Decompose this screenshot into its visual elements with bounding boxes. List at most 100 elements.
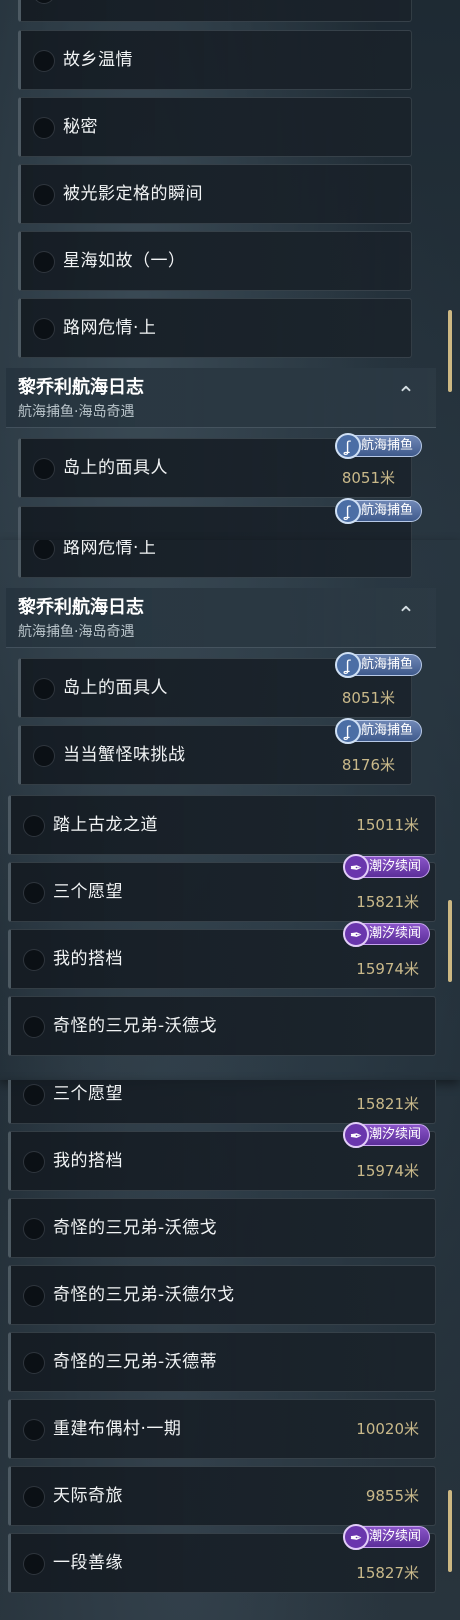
quest-distance: 10020米: [356, 1420, 419, 1438]
quest-title: 秘密: [63, 117, 98, 137]
fishing-badge: ʆ 航海捕鱼: [335, 498, 423, 524]
feather-icon: ✒: [343, 1524, 369, 1550]
quest-title: 奇怪的三兄弟-沃德戈: [53, 1218, 218, 1238]
quest-row[interactable]: 秘密: [18, 97, 412, 157]
quest-status-circle: [33, 745, 55, 767]
quest-row[interactable]: 路网危情·上: [18, 540, 412, 578]
feather-icon: ✒: [343, 1122, 369, 1148]
quest-status-circle: [33, 318, 55, 340]
quest-row[interactable]: 被光影定格的瞬间: [18, 164, 412, 224]
tide-badge: ✒ 潮汐续闻: [343, 1122, 431, 1148]
quest-list-panel-3: 三个愿望 15821米 我的搭档 15974米 ✒ 潮汐续闻 奇怪的三兄弟-沃德…: [0, 1080, 460, 1620]
quest-title: 路网危情·上: [63, 540, 157, 558]
badge-label: 航海捕鱼: [361, 438, 414, 453]
badge-label: 航海捕鱼: [361, 657, 414, 672]
quest-status-circle: [33, 458, 55, 480]
quest-row[interactable]: 奇怪的三兄弟-沃德戈: [8, 996, 436, 1056]
section-title: 黎乔利航海日志: [18, 377, 144, 398]
quest-status-circle: [23, 949, 45, 971]
section-subtitle: 航海捕鱼·海岛奇遇: [18, 404, 135, 420]
fishing-badge: ʆ 航海捕鱼: [335, 718, 423, 744]
tide-badge: ✒ 潮汐续闻: [343, 1524, 431, 1550]
scrollbar-thumb[interactable]: [448, 900, 452, 982]
fishing-badge: ʆ 航海捕鱼: [335, 433, 423, 459]
quest-status-circle: [23, 1285, 45, 1307]
quest-title: 故乡温情: [63, 50, 133, 70]
badge-label: 潮汐续闻: [369, 859, 422, 874]
quest-title: 当当蟹怪味挑战: [63, 745, 186, 765]
quest-list-panel-1: 故乡温情 秘密 被光影定格的瞬间 星海如故（一） 路网危情·上 黎乔利航海日志 …: [0, 0, 460, 540]
quest-distance: 15827米: [356, 1564, 419, 1582]
quest-title: 三个愿望: [53, 1084, 123, 1104]
quest-status-circle: [23, 1016, 45, 1038]
quest-status-circle: [23, 815, 45, 837]
section-header[interactable]: 黎乔利航海日志 航海捕鱼·海岛奇遇 ⌃: [6, 368, 436, 428]
quest-title: 被光影定格的瞬间: [63, 184, 203, 204]
section-title: 黎乔利航海日志: [18, 597, 144, 618]
hook-icon: ʆ: [335, 433, 361, 459]
tide-badge: ✒ 潮汐续闻: [343, 854, 431, 880]
tide-badge: ✒ 潮汐续闻: [343, 921, 431, 947]
badge-label: 航海捕鱼: [361, 723, 414, 738]
quest-status-circle: [23, 882, 45, 904]
quest-title: 三个愿望: [53, 882, 123, 902]
quest-title: 岛上的面具人: [63, 678, 168, 698]
quest-title: 星海如故（一）: [63, 251, 186, 271]
quest-row[interactable]: 奇怪的三兄弟-沃德戈: [8, 1198, 436, 1258]
quest-title: 岛上的面具人: [63, 458, 168, 478]
quest-status-circle: [33, 0, 55, 4]
badge-label: 航海捕鱼: [361, 503, 414, 518]
quest-row[interactable]: 重建布偶村·一期 10020米: [8, 1399, 436, 1459]
quest-distance: 15011米: [356, 816, 419, 834]
quest-title: 踏上古龙之道: [53, 815, 158, 835]
quest-title: 重建布偶村·一期: [53, 1419, 182, 1439]
chevron-up-icon[interactable]: ⌃: [392, 382, 420, 410]
quest-row[interactable]: 奇怪的三兄弟-沃德蒂: [8, 1332, 436, 1392]
quest-distance: 15974米: [356, 960, 419, 978]
section-header[interactable]: 黎乔利航海日志 航海捕鱼·海岛奇遇 ⌃: [6, 588, 436, 648]
badge-label: 潮汐续闻: [369, 926, 422, 941]
quest-title: 天际奇旅: [53, 1486, 123, 1506]
quest-distance: 9855米: [365, 1487, 419, 1505]
quest-row[interactable]: 路网危情·上: [18, 298, 412, 358]
quest-title: 我的搭档: [53, 1151, 123, 1171]
section-subtitle: 航海捕鱼·海岛奇遇: [18, 624, 135, 640]
quest-status-circle: [33, 540, 55, 560]
chevron-up-icon[interactable]: ⌃: [392, 602, 420, 630]
quest-title: 我的搭档: [53, 949, 123, 969]
quest-status-circle: [33, 184, 55, 206]
quest-status-circle: [23, 1486, 45, 1508]
quest-status-circle: [33, 251, 55, 273]
quest-distance: 15974米: [356, 1162, 419, 1180]
quest-status-circle: [23, 1218, 45, 1240]
quest-status-circle: [23, 1151, 45, 1173]
quest-title: 一段善缘: [53, 1553, 123, 1573]
quest-status-circle: [33, 117, 55, 139]
badge-label: 潮汐续闻: [369, 1529, 422, 1544]
scrollbar-thumb[interactable]: [448, 310, 452, 392]
badge-label: 潮汐续闻: [369, 1127, 422, 1142]
quest-row[interactable]: 三个愿望 15821米: [8, 1080, 436, 1124]
feather-icon: ✒: [343, 854, 369, 880]
quest-title: 奇怪的三兄弟-沃德尔戈: [53, 1285, 235, 1305]
quest-status-circle: [23, 1352, 45, 1374]
quest-status-circle: [33, 678, 55, 700]
hook-icon: ʆ: [335, 498, 361, 524]
quest-list-panel-2: 路网危情·上 黎乔利航海日志 航海捕鱼·海岛奇遇 ⌃ 岛上的面具人 8051米 …: [0, 540, 460, 1080]
quest-row[interactable]: 星海如故（一）: [18, 231, 412, 291]
scrollbar-thumb[interactable]: [448, 1490, 452, 1572]
quest-row[interactable]: 奇怪的三兄弟-沃德尔戈: [8, 1265, 436, 1325]
quest-title: 奇怪的三兄弟-沃德戈: [53, 1016, 218, 1036]
hook-icon: ʆ: [335, 718, 361, 744]
quest-status-circle: [33, 50, 55, 72]
quest-row[interactable]: 天际奇旅 9855米: [8, 1466, 436, 1526]
feather-icon: ✒: [343, 921, 369, 947]
quest-title: 奇怪的三兄弟-沃德蒂: [53, 1352, 218, 1372]
quest-row[interactable]: 故乡温情: [18, 30, 412, 90]
fishing-badge: ʆ 航海捕鱼: [335, 652, 423, 678]
quest-row[interactable]: 踏上古龙之道 15011米: [8, 795, 436, 855]
quest-distance: 8176米: [341, 756, 395, 774]
quest-row-partial[interactable]: [18, 0, 412, 22]
quest-title: 路网危情·上: [63, 318, 157, 338]
hook-icon: ʆ: [335, 652, 361, 678]
